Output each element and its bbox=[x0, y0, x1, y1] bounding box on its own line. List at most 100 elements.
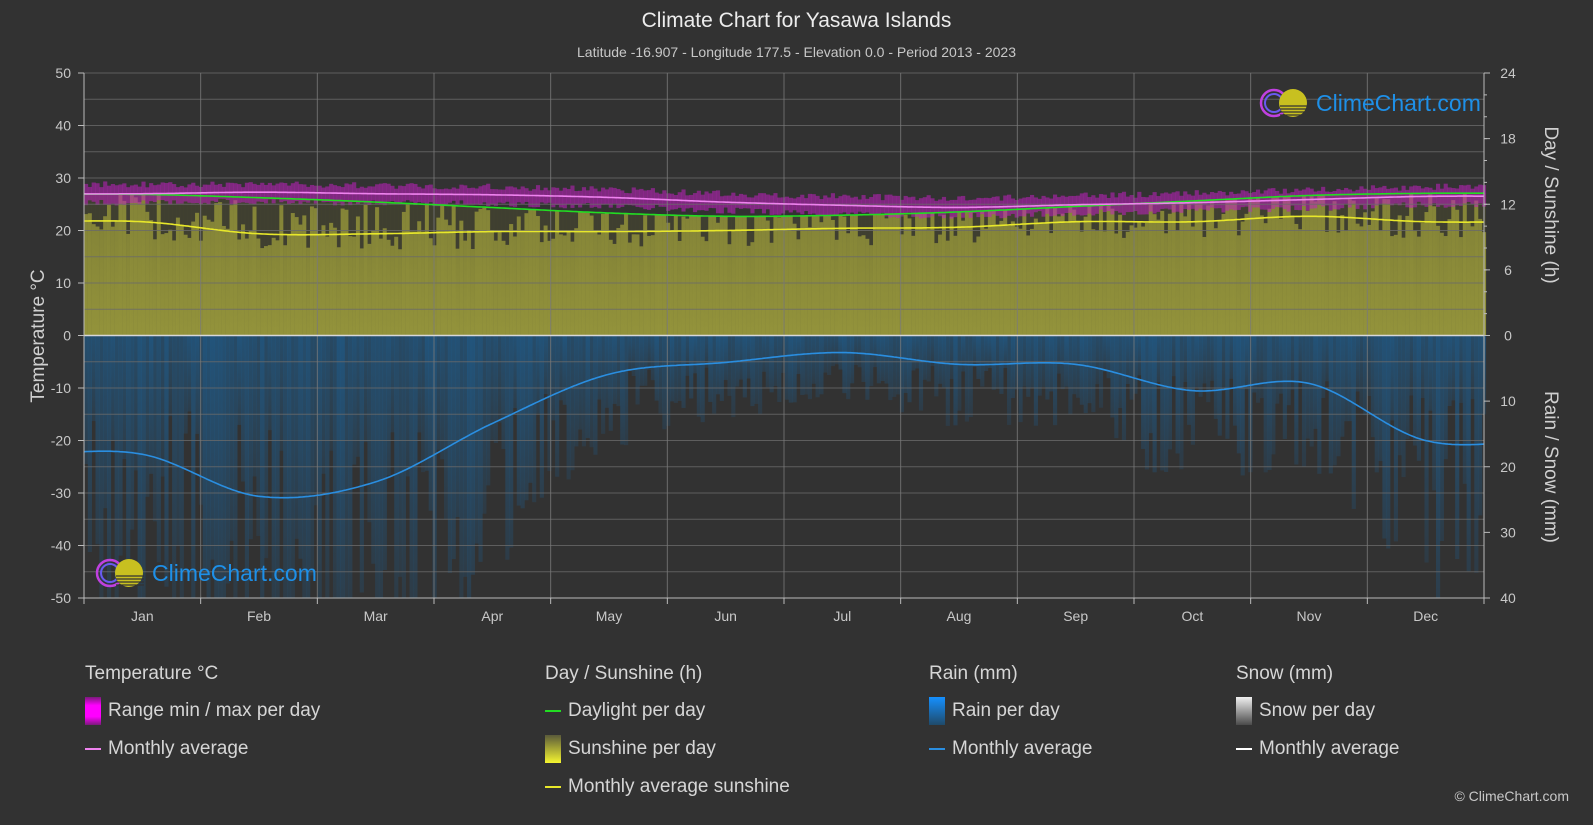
temp-range-bar bbox=[1282, 188, 1287, 210]
sunshine-bar bbox=[516, 216, 521, 336]
rain-bar bbox=[248, 335, 253, 540]
temp-range-bar bbox=[467, 188, 472, 205]
rain-bar bbox=[149, 335, 154, 474]
legend-snow: Snow (mm) Snow per day Monthly average bbox=[1236, 663, 1399, 775]
sunshine-bar bbox=[719, 216, 724, 336]
rain-bar bbox=[1344, 335, 1349, 422]
rain-bar bbox=[708, 335, 713, 402]
rain-bar bbox=[1079, 335, 1084, 405]
sunshine-bar bbox=[987, 210, 993, 336]
sunshine-bar bbox=[512, 236, 518, 336]
rain-bar bbox=[555, 335, 560, 477]
temp-range-bar bbox=[692, 193, 698, 213]
logo-top-right[interactable]: ClimeChart.com bbox=[1258, 86, 1481, 120]
rain-bar bbox=[524, 335, 529, 501]
logo-bottom-left[interactable]: ClimeChart.com bbox=[94, 556, 317, 590]
rain-bar bbox=[1144, 335, 1150, 470]
sunshine-bar bbox=[1091, 229, 1096, 336]
temp-range-bar bbox=[428, 184, 433, 203]
rain-bar bbox=[746, 335, 751, 379]
temp-range-bar bbox=[164, 182, 169, 202]
temp-range-bar bbox=[1382, 185, 1387, 204]
rain-bar bbox=[585, 335, 590, 439]
grid-lines bbox=[83, 72, 1485, 599]
x-tick-label: Apr bbox=[481, 608, 503, 624]
rain-bar bbox=[267, 335, 272, 431]
rain-bar bbox=[601, 335, 606, 434]
rain-bar bbox=[95, 335, 100, 545]
rain-bar bbox=[593, 335, 598, 455]
rain-bar bbox=[1179, 335, 1184, 470]
sunshine-avg-swatch bbox=[545, 786, 561, 788]
sunshine-bar bbox=[1252, 199, 1257, 336]
temp-range-bar bbox=[455, 188, 460, 205]
sunshine-bar bbox=[834, 239, 839, 336]
rain-bar bbox=[398, 335, 403, 577]
rain-bar bbox=[1022, 335, 1027, 387]
rain-bar bbox=[1393, 335, 1398, 542]
rain-bar bbox=[689, 335, 694, 399]
sunshine-bar bbox=[620, 224, 625, 336]
rain-bar bbox=[451, 335, 456, 560]
rain-bar bbox=[980, 335, 985, 387]
logo-text: ClimeChart.com bbox=[152, 559, 317, 586]
sunshine-bar bbox=[1183, 216, 1188, 336]
sunshine-bar bbox=[1144, 222, 1150, 336]
rain-bar bbox=[1298, 335, 1303, 383]
sunshine-bar bbox=[796, 239, 801, 336]
rain-bar bbox=[976, 335, 981, 379]
temp-range-bar bbox=[497, 189, 502, 203]
legend-head: Rain (mm) bbox=[929, 663, 1018, 684]
sunshine-bar bbox=[742, 216, 747, 336]
temp-range-bar bbox=[332, 185, 338, 206]
right-bottom-tick-label: 40 bbox=[1500, 590, 1516, 606]
sunshine-bar bbox=[417, 221, 422, 336]
temp-range-bar bbox=[815, 195, 820, 216]
sunshine-bar bbox=[961, 220, 966, 336]
temp-range-bar bbox=[106, 185, 112, 205]
sunshine-bar bbox=[1405, 215, 1410, 336]
climechart-logo-icon bbox=[1259, 88, 1308, 118]
sunshine-bar bbox=[884, 218, 889, 336]
sunshine-bar bbox=[509, 224, 514, 336]
sunshine-bar bbox=[647, 235, 652, 336]
sunshine-bar bbox=[1007, 225, 1012, 336]
sunshine-bar bbox=[715, 222, 721, 336]
legend-item-temp-range: Range min / max per day bbox=[85, 697, 320, 725]
rain-bar bbox=[1313, 335, 1318, 429]
sunshine-bar bbox=[792, 223, 797, 336]
rain-bar bbox=[421, 335, 426, 473]
rain-bar bbox=[543, 335, 548, 394]
temp-range-bar bbox=[1229, 191, 1234, 210]
legend-item-sunshine: Sunshine per day bbox=[545, 735, 790, 763]
temp-range-bar bbox=[949, 199, 954, 219]
sunshine-bar bbox=[608, 239, 613, 336]
rain-bar bbox=[857, 335, 862, 368]
rain-bar bbox=[643, 335, 648, 386]
right-top-tick-label: 6 bbox=[1504, 262, 1512, 278]
sunshine-bar bbox=[800, 215, 805, 336]
rain-bar bbox=[715, 335, 721, 395]
rain-bar bbox=[1470, 335, 1475, 400]
temp-range-bar bbox=[574, 191, 579, 205]
rain-bar bbox=[1409, 335, 1414, 396]
sunshine-bar bbox=[1324, 231, 1330, 336]
sunshine-bar bbox=[133, 197, 138, 336]
temp-range-bar bbox=[156, 184, 161, 201]
rain-bar bbox=[133, 335, 138, 471]
sunshine-bar bbox=[1213, 228, 1218, 336]
rain-bar bbox=[807, 335, 812, 400]
rain-bar bbox=[681, 335, 686, 408]
sunshine-bar bbox=[298, 224, 303, 336]
temp-range-bar bbox=[114, 185, 119, 206]
left-tick-label: 10 bbox=[55, 275, 71, 291]
sunshine-bar bbox=[1416, 236, 1421, 336]
sunshine-bar bbox=[999, 220, 1004, 336]
snow-avg-swatch bbox=[1236, 748, 1252, 750]
temp-range-bar bbox=[601, 187, 606, 205]
sunshine-bar bbox=[735, 216, 740, 336]
sunshine-bar bbox=[980, 211, 985, 336]
right-bottom-axis-title: Rain / Snow (mm) bbox=[1540, 391, 1561, 543]
rain-bar bbox=[1167, 335, 1173, 450]
sunshine-bar bbox=[681, 216, 686, 336]
